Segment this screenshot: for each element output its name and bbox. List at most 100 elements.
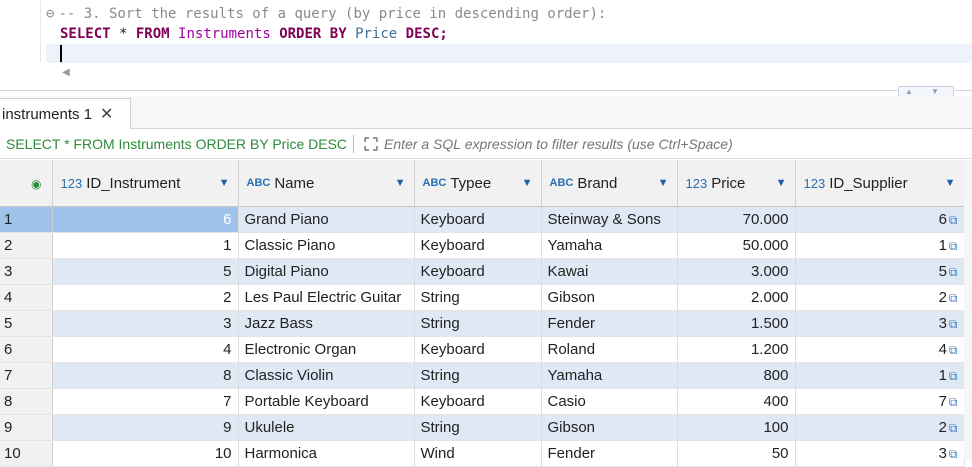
cell-name[interactable]: Electronic Organ <box>238 336 415 363</box>
cell-typee[interactable]: String <box>414 362 542 389</box>
sort-dropdown-icon[interactable]: ▼ <box>219 177 230 189</box>
cell-id-supplier[interactable]: 5 ⧉ <box>795 258 965 285</box>
foreign-key-link-icon[interactable]: ⧉ <box>949 343 958 357</box>
cell-id-instrument[interactable]: 5 <box>52 258 239 285</box>
scroll-left-arrow-icon[interactable]: ◀ <box>62 67 70 78</box>
cell-price[interactable]: 50 <box>677 440 796 467</box>
cell-name[interactable]: Ukulele <box>238 414 415 441</box>
sort-dropdown-icon[interactable]: ▼ <box>945 177 956 189</box>
foreign-key-link-icon[interactable]: ⧉ <box>949 317 958 331</box>
cell-brand[interactable]: Roland <box>541 336 678 363</box>
cell-id-supplier[interactable]: 6 ⧉ <box>795 206 965 233</box>
cell-price[interactable]: 400 <box>677 388 796 415</box>
cell-name[interactable]: Les Paul Electric Guitar <box>238 284 415 311</box>
cell-id-supplier[interactable]: 3 ⧉ <box>795 310 965 337</box>
table-row[interactable]: 8 7 Portable Keyboard Keyboard Casio 400 7 ⧉ <box>0 388 965 415</box>
cell-brand[interactable]: Gibson <box>541 284 678 311</box>
cell-id-instrument[interactable]: 1 <box>52 232 239 259</box>
table-row[interactable]: 2 1 Classic Piano Keyboard Yamaha 50.000 1 ⧉ <box>0 232 965 259</box>
cell-id-supplier[interactable]: 4 ⧉ <box>795 336 965 363</box>
cell-typee[interactable]: Keyboard <box>414 388 542 415</box>
collapse-up-icon[interactable]: ▲ <box>905 87 913 96</box>
foreign-key-link-icon[interactable]: ⧉ <box>949 395 958 409</box>
cell-typee[interactable]: Keyboard <box>414 336 542 363</box>
row-number-cell[interactable]: 7 <box>0 362 53 389</box>
cell-price[interactable]: 2.000 <box>677 284 796 311</box>
cell-price[interactable]: 800 <box>677 362 796 389</box>
cell-brand[interactable]: Fender <box>541 310 678 337</box>
row-number-cell[interactable]: 9 <box>0 414 53 441</box>
column-header-price[interactable]: 123 Price ▼ <box>677 160 796 207</box>
cell-id-instrument[interactable]: 2 <box>52 284 239 311</box>
cell-name[interactable]: Digital Piano <box>238 258 415 285</box>
row-number-cell[interactable]: 8 <box>0 388 53 415</box>
cell-brand[interactable]: Yamaha <box>541 362 678 389</box>
table-row[interactable]: 5 3 Jazz Bass String Fender 1.500 3 ⧉ <box>0 310 965 337</box>
cell-typee[interactable]: Keyboard <box>414 258 542 285</box>
table-row[interactable]: 1 6 Grand Piano Keyboard Steinway & Sons 70.0… <box>0 206 965 233</box>
cell-name[interactable]: Classic Violin <box>238 362 415 389</box>
cell-typee[interactable]: Keyboard <box>414 232 542 259</box>
cell-id-supplier[interactable]: 3 ⧉ <box>795 440 965 467</box>
cell-brand[interactable]: Gibson <box>541 414 678 441</box>
table-row[interactable]: 6 4 Electronic Organ Keyboard Roland 1.200 4 ⧉ <box>0 336 965 363</box>
cell-typee[interactable]: Keyboard <box>414 206 542 233</box>
filter-input[interactable] <box>382 134 907 153</box>
cell-id-instrument[interactable]: 8 <box>52 362 239 389</box>
column-header-brand[interactable]: ABC Brand ▼ <box>541 160 678 207</box>
row-number-cell[interactable]: 5 <box>0 310 53 337</box>
cell-brand[interactable]: Casio <box>541 388 678 415</box>
cell-typee[interactable]: String <box>414 310 542 337</box>
column-header-name[interactable]: ABC Name ▼ <box>238 160 415 207</box>
table-row[interactable]: 7 8 Classic Violin String Yamaha 800 1 ⧉ <box>0 362 965 389</box>
cell-price[interactable]: 100 <box>677 414 796 441</box>
collapse-down-icon[interactable]: ▼ <box>931 87 939 96</box>
cell-id-supplier[interactable]: 2 ⧉ <box>795 284 965 311</box>
cell-id-instrument[interactable]: 6 <box>52 206 239 233</box>
cell-price[interactable]: 70.000 <box>677 206 796 233</box>
cell-id-instrument[interactable]: 10 <box>52 440 239 467</box>
cell-brand[interactable]: Fender <box>541 440 678 467</box>
cell-id-supplier[interactable]: 2 ⧉ <box>795 414 965 441</box>
cell-price[interactable]: 1.500 <box>677 310 796 337</box>
foreign-key-link-icon[interactable]: ⧉ <box>949 447 958 461</box>
column-header-id_supplier[interactable]: 123 ID_Supplier ▼ <box>795 160 965 207</box>
sort-dropdown-icon[interactable]: ▼ <box>395 177 406 189</box>
foreign-key-link-icon[interactable]: ⧉ <box>949 213 958 227</box>
row-number-header[interactable]: ◉ <box>0 160 53 207</box>
sql-editor[interactable]: ⊖ -- 3. Sort the results of a query (by p… <box>0 0 972 90</box>
sort-dropdown-icon[interactable]: ▼ <box>522 177 533 189</box>
tab-instruments-1[interactable]: instruments 1 ✕ <box>0 98 131 129</box>
cell-id-instrument[interactable]: 3 <box>52 310 239 337</box>
foreign-key-link-icon[interactable]: ⧉ <box>949 291 958 305</box>
cell-price[interactable]: 50.000 <box>677 232 796 259</box>
cell-brand[interactable]: Yamaha <box>541 232 678 259</box>
column-header-typee[interactable]: ABC Typee ▼ <box>414 160 542 207</box>
cell-price[interactable]: 1.200 <box>677 336 796 363</box>
cell-brand[interactable]: Kawai <box>541 258 678 285</box>
table-row[interactable]: 3 5 Digital Piano Keyboard Kawai 3.000 5 ⧉ <box>0 258 965 285</box>
cell-name[interactable]: Grand Piano <box>238 206 415 233</box>
close-icon[interactable]: ✕ <box>100 104 113 124</box>
cell-name[interactable]: Jazz Bass <box>238 310 415 337</box>
cell-typee[interactable]: String <box>414 284 542 311</box>
table-row[interactable]: 4 2 Les Paul Electric Guitar String Gibson 2.… <box>0 284 965 311</box>
table-row[interactable]: 9 9 Ukulele String Gibson 100 2 ⧉ <box>0 414 965 441</box>
sort-dropdown-icon[interactable]: ▼ <box>776 177 787 189</box>
editor-horizontal-scrollbar[interactable]: ◀ <box>60 64 950 82</box>
row-number-cell[interactable]: 6 <box>0 336 53 363</box>
foreign-key-link-icon[interactable]: ⧉ <box>949 369 958 383</box>
row-number-cell[interactable]: 4 <box>0 284 53 311</box>
column-header-id_instrument[interactable]: 123 ID_Instrument ▼ <box>52 160 239 207</box>
cell-id-instrument[interactable]: 9 <box>52 414 239 441</box>
cell-id-instrument[interactable]: 4 <box>52 336 239 363</box>
row-number-cell[interactable]: 10 <box>0 440 53 467</box>
cell-id-supplier[interactable]: 7 ⧉ <box>795 388 965 415</box>
result-grid[interactable]: ◉ 123 ID_Instrument ▼ ABC Name ▼ ABC Typee ▼ ABC B… <box>0 160 972 467</box>
row-number-cell[interactable]: 3 <box>0 258 53 285</box>
fold-toggle-icon[interactable]: ⊖ <box>46 6 54 22</box>
sort-dropdown-icon[interactable]: ▼ <box>658 177 669 189</box>
cell-typee[interactable]: String <box>414 414 542 441</box>
cell-id-supplier[interactable]: 1 ⧉ <box>795 362 965 389</box>
cell-typee[interactable]: Wind <box>414 440 542 467</box>
